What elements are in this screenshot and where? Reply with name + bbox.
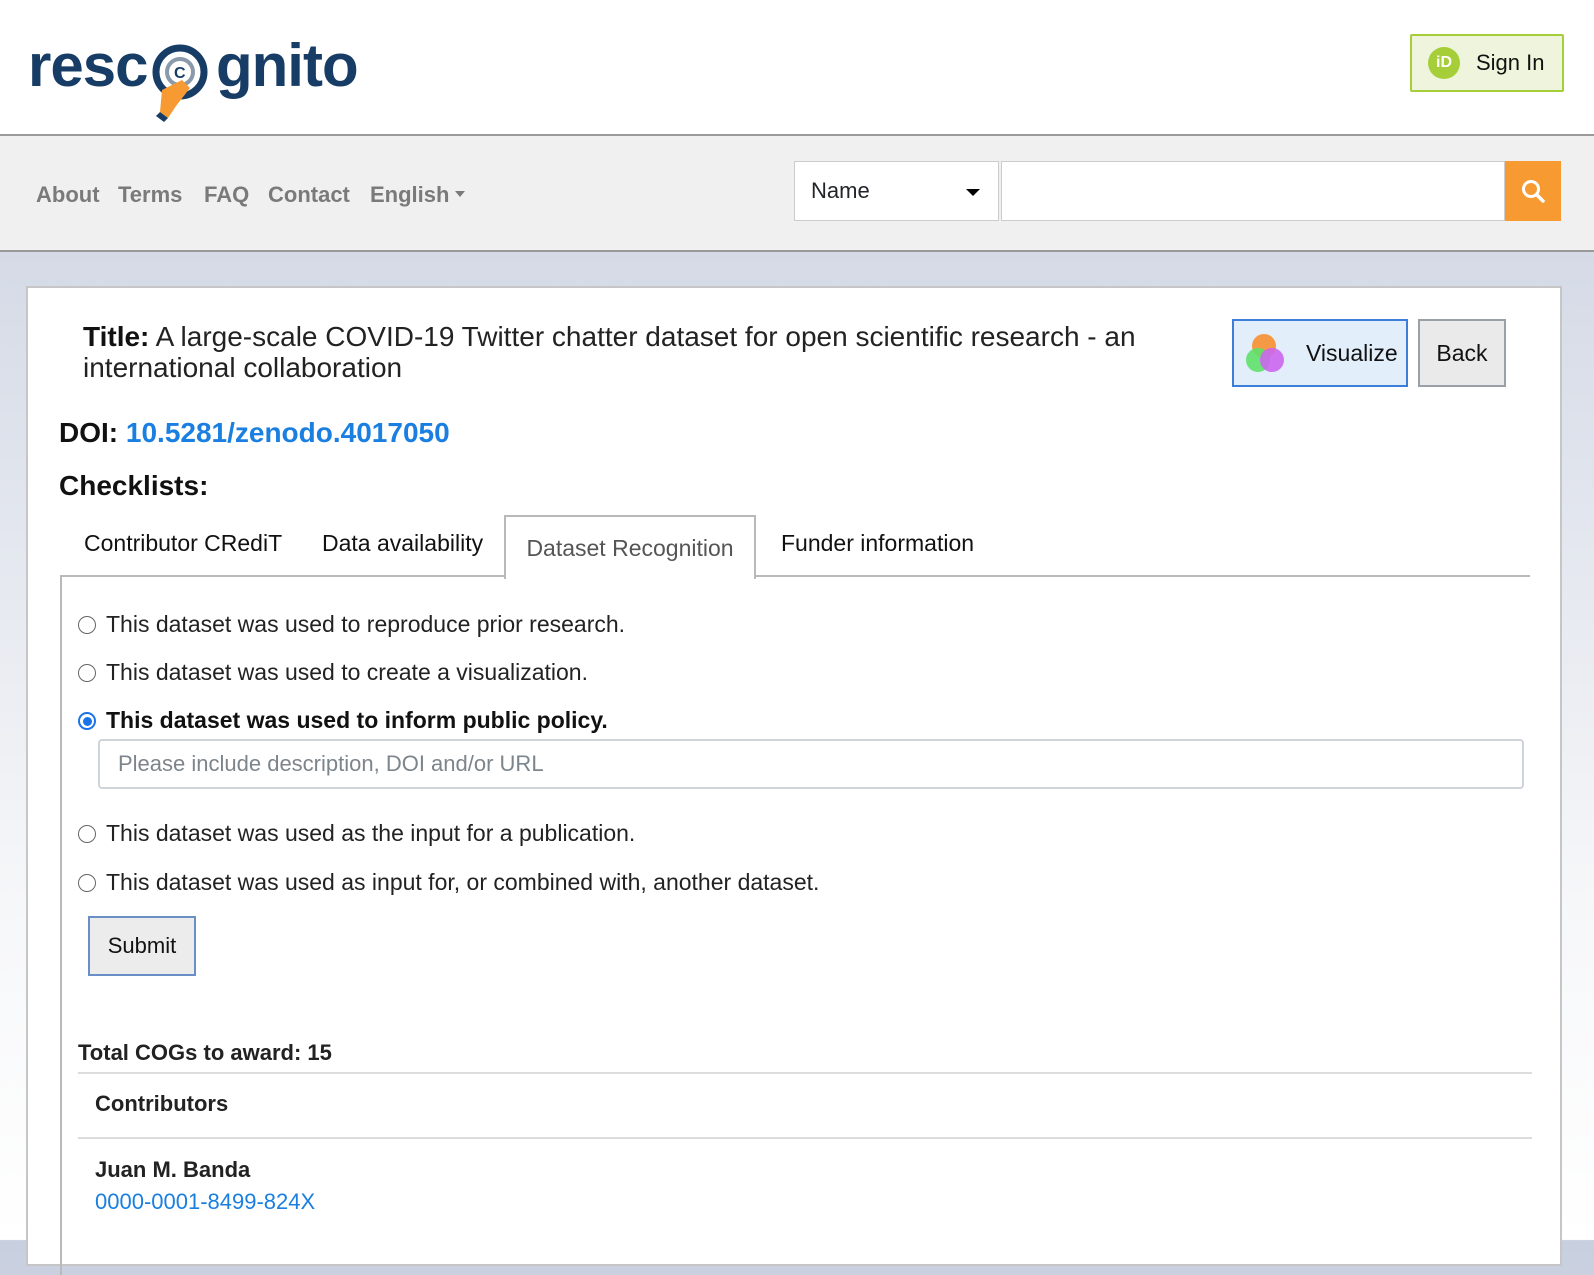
logo-cog-hand-icon: C [152, 44, 208, 122]
option-combined-dataset[interactable]: This dataset was used as input for, or c… [78, 869, 819, 896]
radio-button[interactable] [78, 824, 96, 843]
option-label: This dataset was used to inform public p… [106, 707, 608, 733]
logo-text-left: resc [28, 32, 148, 99]
sign-in-label: Sign In [1476, 50, 1545, 75]
search-type-value: Name [811, 178, 870, 203]
site-header: resc C gnito iD Sign In [0, 0, 1594, 136]
tab-funder-information[interactable]: Funder information [781, 530, 974, 557]
submit-button[interactable]: Submit [88, 916, 196, 976]
divider [78, 1137, 1532, 1139]
search-input[interactable] [1001, 161, 1505, 221]
radio-button[interactable] [78, 663, 96, 682]
venn-circles-icon [1246, 334, 1284, 372]
option-label: This dataset was used as the input for a… [106, 820, 636, 846]
doi-line: DOI: 10.5281/zenodo.4017050 [59, 417, 450, 449]
radio-button[interactable] [78, 615, 96, 634]
divider [78, 1072, 1532, 1074]
sign-in-button[interactable]: iD Sign In [1410, 34, 1564, 92]
nav-about[interactable]: About [36, 182, 100, 208]
page-title: Title: A large-scale COVID-19 Twitter ch… [83, 321, 1213, 383]
tab-data-availability[interactable]: Data availability [322, 530, 483, 557]
tab-contributor-credit[interactable]: Contributor CRediT [84, 530, 282, 557]
option-input-for-publication[interactable]: This dataset was used as the input for a… [78, 820, 635, 847]
description-input[interactable] [98, 739, 1524, 789]
contributor-orcid-link[interactable]: 0000-0001-8499-824X [95, 1189, 315, 1215]
option-label: This dataset was used as input for, or c… [106, 869, 820, 895]
contributors-heading: Contributors [95, 1091, 229, 1116]
logo-text-right: gnito [216, 32, 359, 99]
back-button[interactable]: Back [1418, 319, 1506, 387]
nav-contact[interactable]: Contact [268, 182, 350, 208]
doi-link[interactable]: 10.5281/zenodo.4017050 [126, 417, 450, 448]
dropdown-arrow-icon [966, 189, 980, 196]
language-dropdown[interactable]: English [370, 182, 466, 208]
orcid-icon: iD [1428, 47, 1460, 79]
tab-dataset-recognition-label: Dataset Recognition [526, 534, 734, 561]
submit-label: Submit [107, 933, 177, 958]
radio-button-selected[interactable] [78, 711, 96, 730]
title-text: A large-scale COVID-19 Twitter chatter d… [83, 321, 1136, 383]
svg-text:C: C [174, 65, 186, 82]
nav-faq[interactable]: FAQ [204, 182, 249, 208]
option-create-visualization[interactable]: This dataset was used to create a visual… [78, 659, 588, 686]
back-label: Back [1436, 339, 1488, 366]
doi-label: DOI: [59, 417, 119, 448]
visualize-label: Visualize [1306, 339, 1398, 366]
checklists-heading: Checklists: [59, 470, 209, 501]
option-inform-public-policy[interactable]: This dataset was used to inform public p… [78, 707, 608, 734]
rescognito-logo[interactable]: resc C gnito [28, 28, 368, 124]
total-cogs: Total COGs to award: 15 [78, 1040, 332, 1065]
title-label: Title: [83, 321, 150, 352]
search-button[interactable] [1505, 161, 1561, 221]
option-label: This dataset was used to reproduce prior… [106, 611, 626, 637]
option-reproduce-research[interactable]: This dataset was used to reproduce prior… [78, 611, 625, 638]
search-type-select[interactable]: Name [794, 161, 999, 221]
search-icon [1522, 180, 1545, 203]
option-label: This dataset was used to create a visual… [106, 659, 588, 685]
radio-button[interactable] [78, 873, 96, 892]
language-label: English [370, 182, 450, 207]
tab-dataset-recognition[interactable]: Dataset Recognition [504, 515, 756, 579]
nav-terms[interactable]: Terms [118, 182, 182, 208]
contributor-name: Juan M. Banda [95, 1157, 251, 1182]
chevron-down-icon [455, 191, 466, 198]
visualize-button[interactable]: Visualize [1232, 319, 1408, 387]
